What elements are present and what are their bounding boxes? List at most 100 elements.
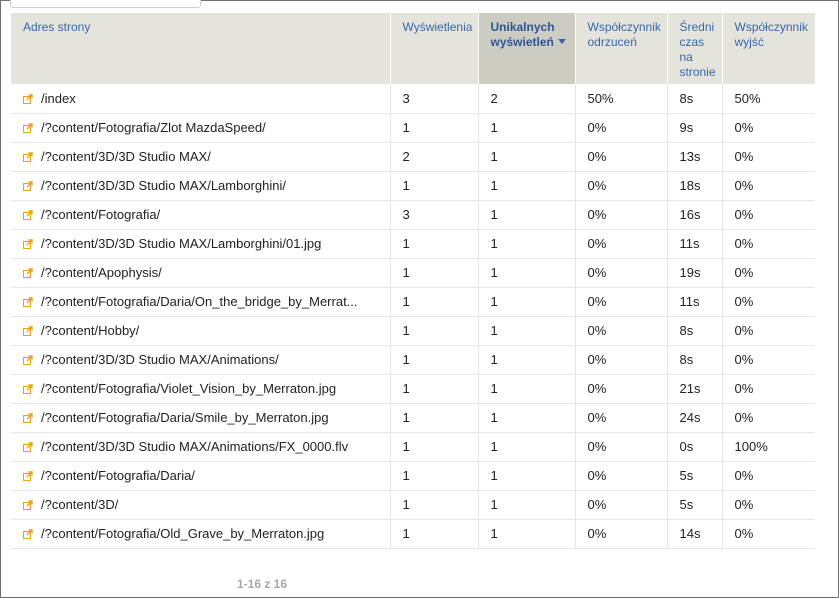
external-link-icon[interactable]: [23, 498, 33, 510]
page-link[interactable]: /?content/Fotografia/Daria/: [41, 468, 195, 483]
cell-page: /?content/Fotografia/Daria/On_the_bridge…: [11, 287, 391, 317]
cell-unique: 1: [478, 345, 576, 375]
cell-avg-time: 8s: [667, 345, 723, 375]
cell-exit: 0%: [722, 142, 815, 172]
page-link[interactable]: /?content/Fotografia/Daria/Smile_by_Merr…: [41, 410, 329, 425]
external-link-icon[interactable]: [23, 208, 33, 220]
cell-unique: 1: [478, 519, 576, 549]
cell-unique: 1: [478, 287, 576, 317]
cell-page: /?content/3D/3D Studio MAX/: [11, 142, 391, 172]
cell-exit: 0%: [722, 200, 815, 230]
external-link-icon[interactable]: [23, 440, 33, 452]
cell-bounce: 0%: [575, 258, 668, 288]
page-link[interactable]: /?content/3D/3D Studio MAX/Animations/: [41, 352, 279, 367]
cell-unique: 1: [478, 200, 576, 230]
cell-unique: 1: [478, 113, 576, 143]
cell-unique: 1: [478, 171, 576, 201]
cell-page: /?content/Fotografia/: [11, 200, 391, 230]
page-link[interactable]: /?content/3D/3D Studio MAX/: [41, 149, 211, 164]
cell-views: 1: [390, 374, 479, 404]
page-link[interactable]: /?content/Fotografia/Zlot MazdaSpeed/: [41, 120, 266, 135]
cell-bounce: 0%: [575, 519, 668, 549]
column-header-avg-time[interactable]: Średni czas na stronie: [667, 13, 723, 84]
cell-bounce: 0%: [575, 113, 668, 143]
page-link[interactable]: /?content/3D/: [41, 497, 118, 512]
cell-avg-time: 19s: [667, 258, 723, 288]
external-link-icon[interactable]: [23, 179, 33, 191]
cell-bounce: 0%: [575, 461, 668, 491]
external-link-icon[interactable]: [23, 324, 33, 336]
column-header-bounce-rate[interactable]: Współczynnik odrzuceń: [575, 13, 668, 84]
cell-exit: 0%: [722, 113, 815, 143]
cell-page: /index: [11, 84, 391, 114]
page-link[interactable]: /index: [41, 91, 76, 106]
page-link[interactable]: /?content/Fotografia/Old_Grave_by_Merrat…: [41, 526, 324, 541]
table-row: /?content/Fotografia/3 1 0% 16s 0%: [11, 200, 815, 230]
cell-unique: 1: [478, 432, 576, 462]
cell-page: /?content/3D/3D Studio MAX/Animations/: [11, 345, 391, 375]
table-row: /?content/Fotografia/Daria/1 1 0% 5s 0%: [11, 461, 815, 491]
cell-page: /?content/3D/3D Studio MAX/Lamborghini/: [11, 171, 391, 201]
page-link[interactable]: /?content/Hobby/: [41, 323, 139, 338]
cell-page: /?content/Fotografia/Daria/: [11, 461, 391, 491]
cell-views: 1: [390, 519, 479, 549]
external-link-icon[interactable]: [23, 527, 33, 539]
cell-bounce: 0%: [575, 374, 668, 404]
pagination-label: 1-16 z 16: [237, 577, 288, 591]
cell-avg-time: 13s: [667, 142, 723, 172]
external-link-icon[interactable]: [23, 150, 33, 162]
column-header-page[interactable]: Adres strony: [11, 13, 391, 84]
table-header-row: Adres strony Wyświetlenia Unikalnych wyś…: [11, 13, 815, 84]
cell-exit: 0%: [722, 519, 815, 549]
external-link-icon[interactable]: [23, 411, 33, 423]
page-link[interactable]: /?content/Fotografia/Violet_Vision_by_Me…: [41, 381, 336, 396]
table-row: /?content/3D/3D Studio MAX/Animations/1 1…: [11, 345, 815, 375]
cell-exit: 0%: [722, 316, 815, 346]
pages-report-table: Adres strony Wyświetlenia Unikalnych wyś…: [11, 13, 815, 549]
external-link-icon[interactable]: [23, 353, 33, 365]
external-link-icon[interactable]: [23, 266, 33, 278]
page-link[interactable]: /?content/Fotografia/Daria/On_the_bridge…: [41, 294, 358, 309]
cell-bounce: 0%: [575, 171, 668, 201]
cell-exit: 0%: [722, 287, 815, 317]
external-link-icon[interactable]: [23, 92, 33, 104]
external-link-icon[interactable]: [23, 469, 33, 481]
cell-page: /?content/Fotografia/Old_Grave_by_Merrat…: [11, 519, 391, 549]
page-link[interactable]: /?content/3D/3D Studio MAX/Animations/FX…: [41, 439, 348, 454]
cell-bounce: 0%: [575, 142, 668, 172]
table-row: /?content/Fotografia/Old_Grave_by_Merrat…: [11, 519, 815, 549]
cell-exit: 100%: [722, 432, 815, 462]
column-header-views[interactable]: Wyświetlenia: [390, 13, 479, 84]
column-header-unique-views[interactable]: Unikalnych wyświetleń: [478, 13, 576, 84]
table-row: /?content/Hobby/1 1 0% 8s 0%: [11, 316, 815, 346]
table-row: /?content/3D/3D Studio MAX/Animations/FX…: [11, 432, 815, 462]
external-link-icon[interactable]: [23, 382, 33, 394]
cell-exit: 0%: [722, 490, 815, 520]
page-link[interactable]: /?content/3D/3D Studio MAX/Lamborghini/0…: [41, 236, 321, 251]
cell-exit: 0%: [722, 171, 815, 201]
cell-avg-time: 8s: [667, 84, 723, 114]
page-link[interactable]: /?content/Apophysis/: [41, 265, 162, 280]
external-link-icon[interactable]: [23, 121, 33, 133]
table-row: /?content/Fotografia/Zlot MazdaSpeed/1 1 0…: [11, 113, 815, 143]
column-header-page-label: Adres strony: [23, 20, 91, 34]
table-row: /?content/Apophysis/1 1 0% 19s 0%: [11, 258, 815, 288]
table-body: /index 3 2 50% 8s 50%/?content/Fotografia/Zlo…: [11, 84, 815, 549]
cell-avg-time: 18s: [667, 171, 723, 201]
cell-bounce: 50%: [575, 84, 668, 114]
page-link[interactable]: /?content/3D/3D Studio MAX/Lamborghini/: [41, 178, 286, 193]
report-window: Adres strony Wyświetlenia Unikalnych wyś…: [0, 0, 839, 598]
table-row: /?content/Fotografia/Daria/Smile_by_Merr…: [11, 403, 815, 433]
cell-page: /?content/3D/3D Studio MAX/Animations/FX…: [11, 432, 391, 462]
cell-exit: 50%: [722, 84, 815, 114]
column-header-exit-rate[interactable]: Współczynnik wyjść: [722, 13, 815, 84]
table-row: /?content/3D/3D Studio MAX/2 1 0% 13s 0%: [11, 142, 815, 172]
external-link-icon[interactable]: [23, 295, 33, 307]
cell-unique: 2: [478, 84, 576, 114]
table-row: /?content/Fotografia/Violet_Vision_by_Me…: [11, 374, 815, 404]
external-link-icon[interactable]: [23, 237, 33, 249]
cell-avg-time: 11s: [667, 287, 723, 317]
cell-views: 1: [390, 432, 479, 462]
page-link[interactable]: /?content/Fotografia/: [41, 207, 160, 222]
cell-avg-time: 21s: [667, 374, 723, 404]
